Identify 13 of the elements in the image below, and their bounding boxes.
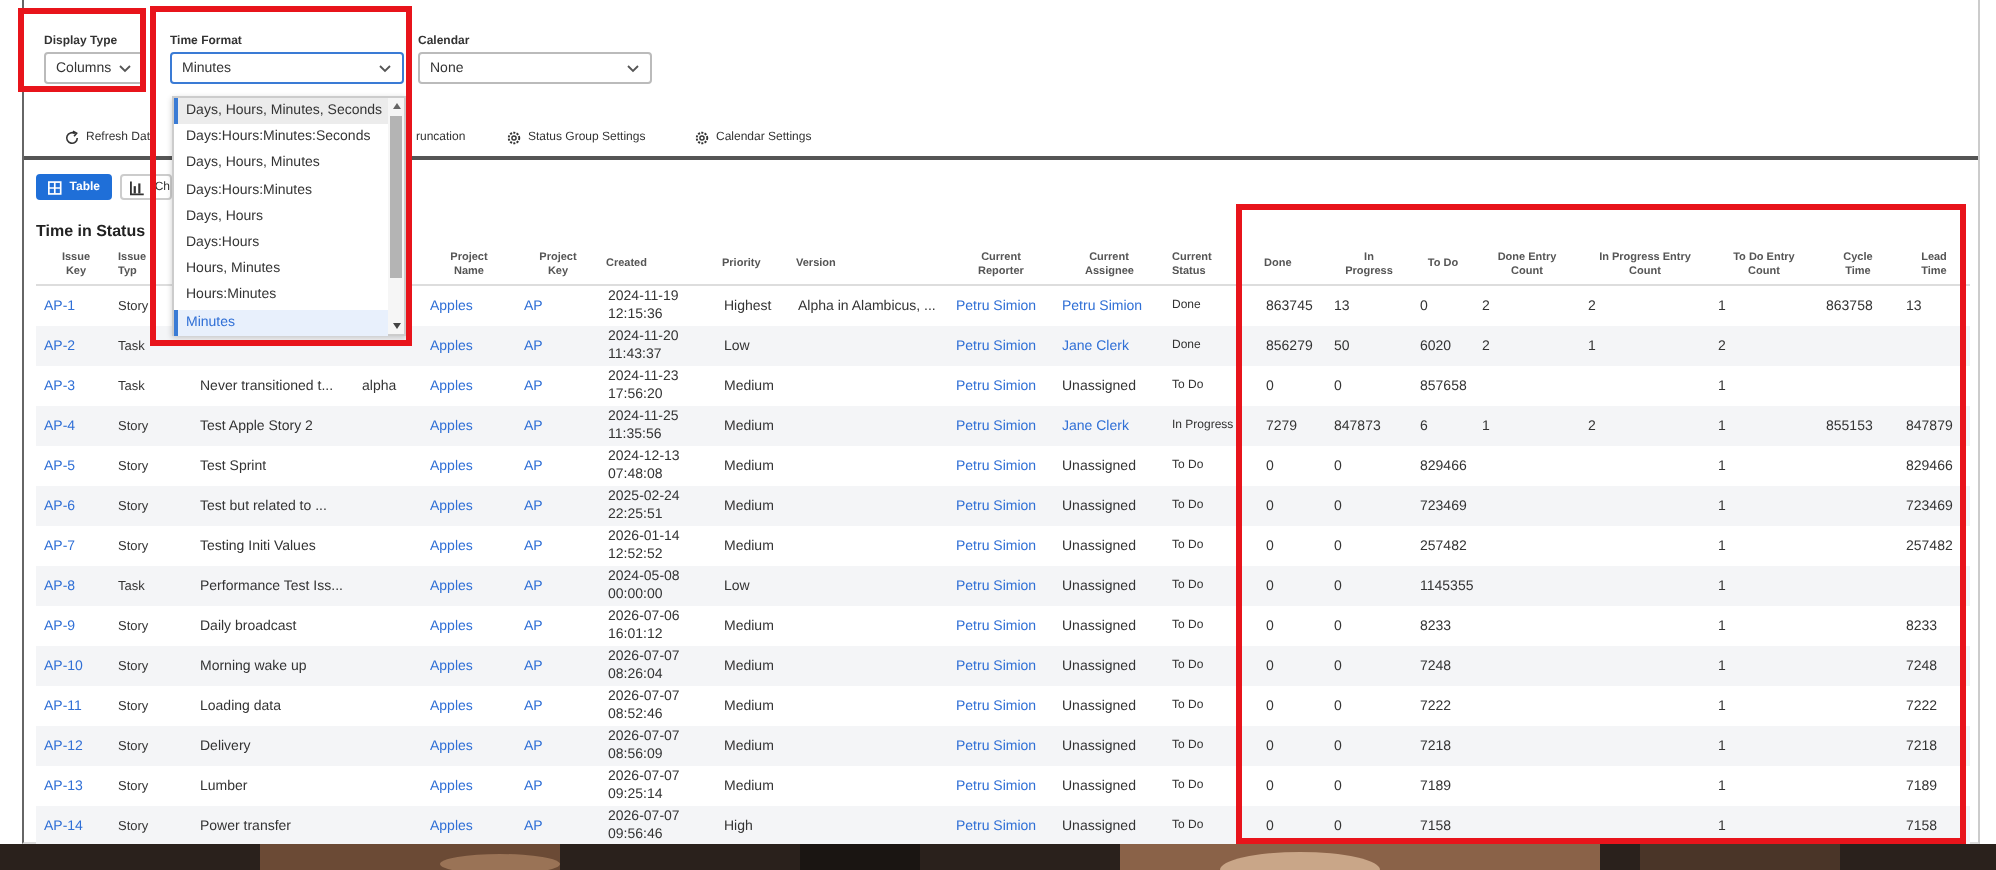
scrollbar[interactable] (388, 98, 404, 334)
gear-icon (694, 130, 710, 146)
scroll-down-icon (391, 322, 401, 330)
scroll-up-icon (391, 102, 401, 110)
chevron-down-icon (626, 63, 640, 73)
chevron-down-icon (378, 63, 392, 73)
highlight-frame (18, 8, 146, 92)
table-icon (48, 179, 62, 195)
gear-icon (506, 130, 522, 146)
chevron-down-icon (118, 63, 132, 73)
refresh-icon (64, 130, 80, 146)
section-title: Time in Status (36, 220, 146, 244)
bar-chart-icon (130, 179, 145, 195)
